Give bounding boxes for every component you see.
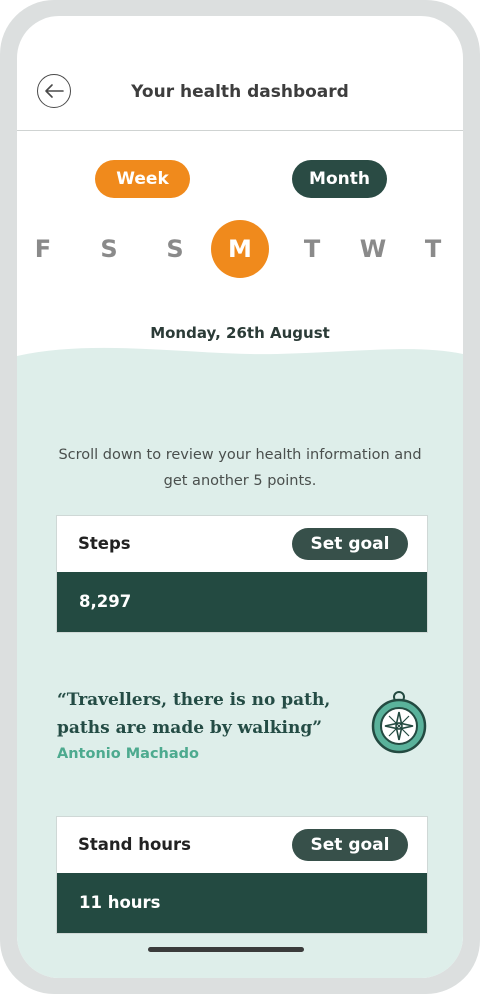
day-tuesday[interactable]: T bbox=[283, 220, 341, 278]
day-friday[interactable]: F bbox=[17, 220, 72, 278]
health-content: Scroll down to review your health inform… bbox=[17, 346, 463, 978]
steps-set-goal-button[interactable]: Set goal bbox=[292, 528, 408, 560]
stand-hours-value: 11 hours bbox=[57, 873, 427, 933]
day-thursday[interactable]: T bbox=[404, 220, 462, 278]
stand-hours-card: Stand hours Set goal 11 hours bbox=[56, 816, 428, 934]
selected-date: Monday, 26th August bbox=[150, 324, 330, 342]
day-sunday[interactable]: S bbox=[146, 220, 204, 278]
month-toggle-button[interactable]: Month bbox=[292, 160, 387, 198]
header: Your health dashboard bbox=[17, 16, 463, 131]
quote-text: “Travellers, there is no path, paths are… bbox=[57, 690, 331, 738]
day-wednesday[interactable]: W bbox=[344, 220, 402, 278]
day-monday-selected[interactable]: M bbox=[211, 220, 269, 278]
phone-frame: Your health dashboard Week Month F S S M… bbox=[0, 0, 480, 994]
stand-hours-set-goal-button[interactable]: Set goal bbox=[292, 829, 408, 861]
steps-label: Steps bbox=[78, 534, 131, 553]
page-title: Your health dashboard bbox=[131, 82, 349, 102]
app-screen: Your health dashboard Week Month F S S M… bbox=[17, 16, 463, 978]
stand-hours-label: Stand hours bbox=[78, 835, 191, 854]
week-toggle-button[interactable]: Week bbox=[95, 160, 190, 198]
home-indicator[interactable] bbox=[148, 947, 304, 952]
steps-card: Steps Set goal 8,297 bbox=[56, 515, 428, 633]
stand-hours-card-header: Stand hours Set goal bbox=[57, 817, 427, 873]
intro-text: Scroll down to review your health inform… bbox=[58, 447, 422, 489]
day-saturday[interactable]: S bbox=[80, 220, 138, 278]
steps-card-header: Steps Set goal bbox=[57, 516, 427, 572]
steps-value: 8,297 bbox=[57, 572, 427, 632]
compass-icon bbox=[371, 691, 427, 754]
quote-author: Antonio Machado bbox=[57, 746, 199, 762]
day-selector: F S S M T W T bbox=[17, 220, 463, 280]
